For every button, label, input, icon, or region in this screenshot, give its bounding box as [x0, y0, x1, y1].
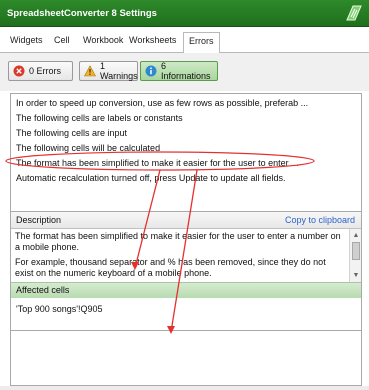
message-item-selected[interactable]: The format has been simplified to make i…	[16, 158, 299, 168]
tab-widgets[interactable]: Widgets	[10, 35, 43, 49]
affected-cell-item[interactable]: 'Top 900 songs'!Q905	[16, 304, 103, 314]
errors-filter-button[interactable]: 0 Errors	[8, 61, 73, 81]
affected-cells-list: 'Top 900 songs'!Q905	[11, 298, 361, 329]
affected-cells-header: Affected cells	[11, 282, 361, 298]
spreadsheetconverter-logo-icon	[345, 4, 363, 22]
errors-panel: 0 Errors 1 Warnings 6 Informations In or…	[0, 53, 369, 390]
informations-filter-button[interactable]: 6 Informations	[140, 61, 218, 81]
description-text: The format has been simplified to make i…	[11, 229, 349, 282]
warnings-filter-button[interactable]: 1 Warnings	[79, 61, 138, 81]
copy-to-clipboard-link[interactable]: Copy to clipboard	[285, 215, 355, 225]
message-item[interactable]: The following cells will be calculated	[16, 143, 160, 153]
description-header: Description Copy to clipboard	[11, 212, 361, 229]
tab-errors[interactable]: Errors	[183, 32, 220, 54]
window-title: SpreadsheetConverter 8 Settings	[7, 8, 157, 19]
scroll-down-icon[interactable]: ▼	[351, 270, 361, 280]
description-paragraph: For example, thousand separator and % ha…	[15, 257, 326, 278]
informations-filter-label: 6 Informations	[161, 61, 211, 81]
filter-toolbar: 0 Errors 1 Warnings 6 Informations	[0, 53, 369, 91]
error-icon	[13, 65, 25, 77]
tab-cell[interactable]: Cell	[54, 35, 70, 49]
scroll-thumb[interactable]	[352, 242, 360, 260]
tab-workbook[interactable]: Workbook	[83, 35, 123, 49]
affected-cells-label: Affected cells	[16, 285, 70, 295]
tab-bar: Widgets Cell Workbook Worksheets Errors	[0, 27, 369, 54]
description-paragraph: The format has been simplified to make i…	[15, 231, 341, 252]
info-icon	[145, 65, 157, 77]
warnings-filter-label: 1 Warnings	[100, 61, 138, 81]
description-section: Description Copy to clipboard The format…	[10, 211, 362, 331]
message-item[interactable]: The following cells are labels or consta…	[16, 113, 183, 123]
warning-icon	[84, 65, 96, 77]
window-footer	[0, 386, 369, 390]
tab-worksheets[interactable]: Worksheets	[129, 35, 176, 49]
description-label: Description	[16, 215, 62, 225]
errors-filter-label: 0 Errors	[29, 66, 62, 76]
message-item[interactable]: The following cells are input	[16, 128, 127, 138]
scroll-up-icon[interactable]: ▲	[351, 230, 361, 240]
description-scrollbar[interactable]: ▲ ▼	[349, 229, 361, 282]
message-item[interactable]: Automatic recalculation turned off, pres…	[16, 173, 286, 183]
title-bar: SpreadsheetConverter 8 Settings	[0, 0, 369, 27]
affected-cells-empty-area	[10, 331, 362, 386]
message-item[interactable]: In order to speed up conversion, use as …	[16, 98, 308, 108]
